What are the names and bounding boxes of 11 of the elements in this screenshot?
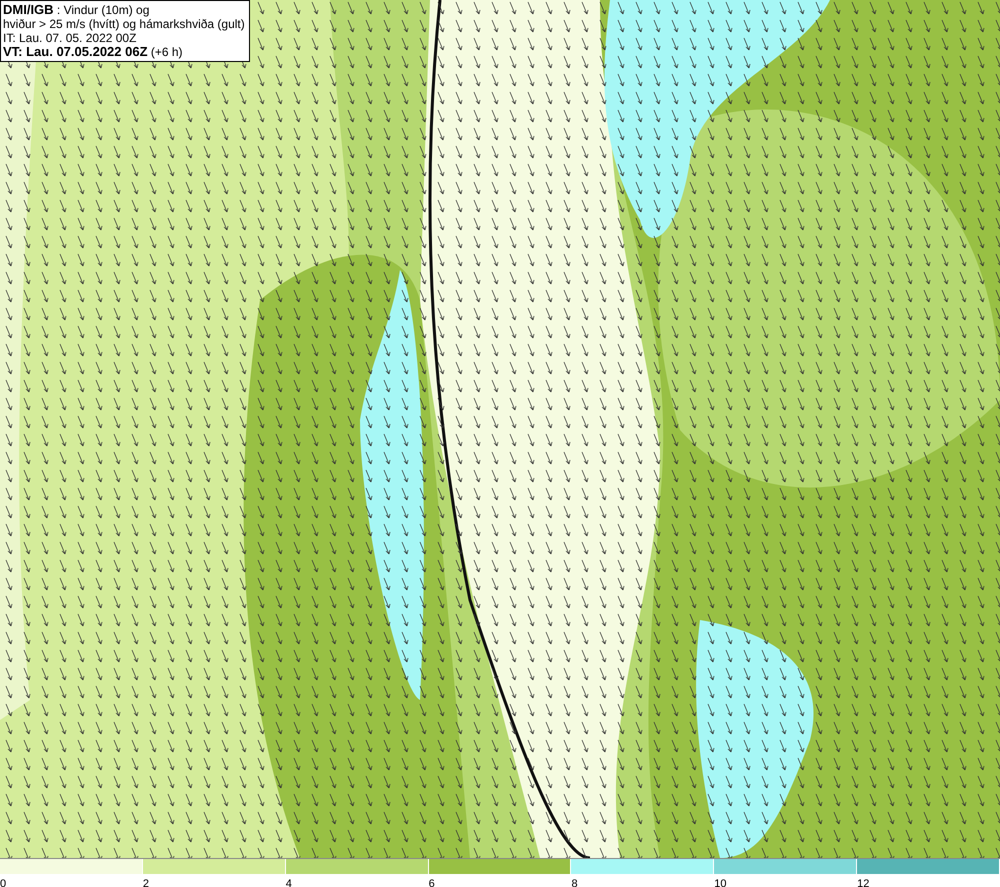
tick-label: 2 [142, 878, 149, 887]
legend-text: hviður > 25 m/s (hvítt) og hámarkshviða (gult) [3, 17, 245, 31]
tick-label: 4 [286, 878, 292, 887]
legend-text: VT: Lau. 07.05.2022 06Z (+6 h) [3, 45, 184, 59]
tick-label: 8 [571, 878, 578, 887]
tick-label: 10 [714, 878, 727, 887]
tick-label: 0 [0, 878, 6, 887]
tick-label: 6 [428, 878, 435, 887]
legend-text: DMI/IGB : Vindur (10m) og [3, 3, 150, 17]
tick-label: 12 [857, 878, 870, 887]
legend-text: IT: Lau. 07. 05. 2022 00Z [3, 31, 138, 45]
